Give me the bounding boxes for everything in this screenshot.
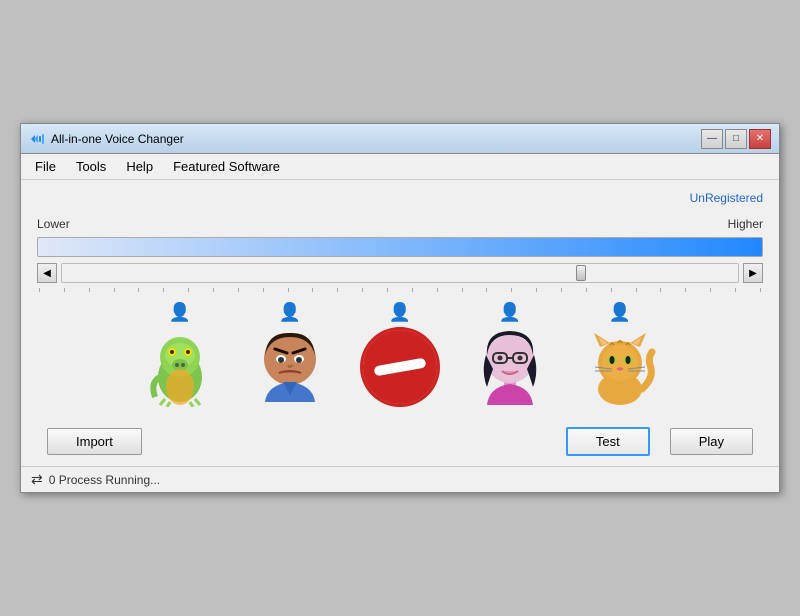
tick bbox=[64, 288, 65, 292]
tick bbox=[138, 288, 139, 292]
unregistered-link[interactable]: UnRegistered bbox=[690, 191, 763, 205]
status-icon: ⇄ bbox=[31, 471, 43, 488]
tick bbox=[685, 288, 686, 292]
tick bbox=[337, 288, 338, 292]
tick bbox=[213, 288, 214, 292]
tick bbox=[387, 288, 388, 292]
tick bbox=[735, 288, 736, 292]
tick bbox=[312, 288, 313, 292]
cat-person-icon: 👤 bbox=[609, 302, 631, 323]
cat-avatar bbox=[580, 327, 660, 407]
voice-woman[interactable]: 👤 bbox=[470, 302, 550, 407]
pitch-labels: Lower Higher bbox=[37, 217, 763, 231]
tick bbox=[511, 288, 512, 292]
tick bbox=[288, 288, 289, 292]
window-controls: — □ ✕ bbox=[701, 129, 771, 149]
maximize-button[interactable]: □ bbox=[725, 129, 747, 149]
pitch-section: Lower Higher ◀ ▶ bbox=[37, 217, 763, 292]
voice-no-entry[interactable]: 👤 bbox=[360, 302, 440, 407]
menu-help[interactable]: Help bbox=[116, 156, 163, 177]
voice-man[interactable]: 👤 bbox=[250, 302, 330, 407]
tick bbox=[238, 288, 239, 292]
tick bbox=[188, 288, 189, 292]
app-icon bbox=[29, 131, 45, 147]
no-entry-bar bbox=[374, 358, 427, 377]
pitch-thumb[interactable] bbox=[576, 265, 586, 281]
window-title: All-in-one Voice Changer bbox=[51, 132, 184, 146]
registration-status-area: UnRegistered bbox=[37, 190, 763, 205]
tick bbox=[760, 288, 761, 292]
tick bbox=[263, 288, 264, 292]
tick bbox=[412, 288, 413, 292]
tick bbox=[462, 288, 463, 292]
menubar: File Tools Help Featured Software bbox=[21, 154, 779, 180]
no-entry-symbol bbox=[363, 330, 437, 404]
voice-icons-row: 👤 bbox=[37, 302, 763, 407]
tick bbox=[660, 288, 661, 292]
menu-tools[interactable]: Tools bbox=[66, 156, 116, 177]
man-person-icon: 👤 bbox=[279, 302, 301, 323]
import-button[interactable]: Import bbox=[47, 428, 142, 455]
statusbar: ⇄ 0 Process Running... bbox=[21, 466, 779, 492]
tick bbox=[114, 288, 115, 292]
titlebar-left: All-in-one Voice Changer bbox=[29, 131, 184, 147]
man-avatar bbox=[250, 327, 330, 407]
pitch-right-arrow[interactable]: ▶ bbox=[743, 263, 763, 283]
pitch-left-arrow[interactable]: ◀ bbox=[37, 263, 57, 283]
higher-label: Higher bbox=[728, 217, 763, 231]
tick bbox=[362, 288, 363, 292]
tick bbox=[586, 288, 587, 292]
test-button[interactable]: Test bbox=[566, 427, 650, 456]
lower-label: Lower bbox=[37, 217, 70, 231]
main-content: UnRegistered Lower Higher ◀ ▶ bbox=[21, 180, 779, 466]
play-button[interactable]: Play bbox=[670, 428, 753, 455]
slider-ticks bbox=[37, 288, 763, 292]
pitch-bar bbox=[37, 237, 763, 257]
status-text: 0 Process Running... bbox=[49, 473, 160, 487]
tick bbox=[636, 288, 637, 292]
tick bbox=[710, 288, 711, 292]
dragon-avatar bbox=[140, 327, 220, 407]
close-button[interactable]: ✕ bbox=[749, 129, 771, 149]
voice-cat[interactable]: 👤 bbox=[580, 302, 660, 407]
tick bbox=[536, 288, 537, 292]
menu-file[interactable]: File bbox=[25, 156, 66, 177]
dragon-person-icon: 👤 bbox=[169, 302, 191, 323]
pitch-slider[interactable] bbox=[61, 263, 739, 283]
tick bbox=[611, 288, 612, 292]
tick bbox=[437, 288, 438, 292]
titlebar: All-in-one Voice Changer — □ ✕ bbox=[21, 124, 779, 154]
tick bbox=[163, 288, 164, 292]
main-window: All-in-one Voice Changer — □ ✕ File Tool… bbox=[20, 123, 780, 493]
pitch-slider-row: ◀ ▶ bbox=[37, 263, 763, 283]
tick bbox=[89, 288, 90, 292]
tick bbox=[39, 288, 40, 292]
tick bbox=[486, 288, 487, 292]
no-entry-avatar bbox=[360, 327, 440, 407]
voice-dragon[interactable]: 👤 bbox=[140, 302, 220, 407]
buttons-row: Import Test Play bbox=[37, 427, 763, 456]
minimize-button[interactable]: — bbox=[701, 129, 723, 149]
no-entry-person-icon: 👤 bbox=[389, 302, 411, 323]
tick bbox=[561, 288, 562, 292]
woman-avatar bbox=[470, 327, 550, 407]
menu-featured-software[interactable]: Featured Software bbox=[163, 156, 290, 177]
woman-person-icon: 👤 bbox=[499, 302, 521, 323]
